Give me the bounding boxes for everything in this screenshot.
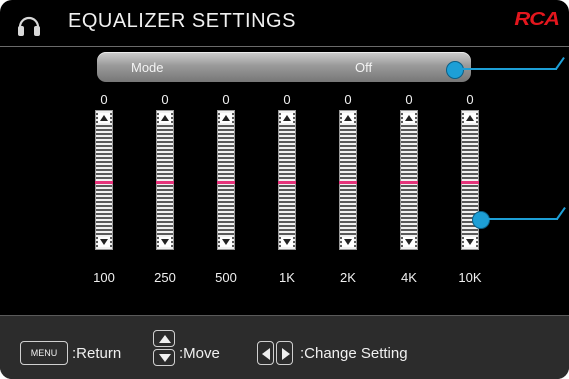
- right-arrow-icon[interactable]: [276, 341, 293, 365]
- band-slider-track[interactable]: [95, 110, 113, 250]
- change-setting-hint: :Change Setting: [300, 345, 408, 362]
- slider-down-icon[interactable]: [220, 237, 232, 247]
- band-frequency-label: 10K: [458, 270, 482, 285]
- mode-callout-diag: [555, 56, 565, 70]
- band-frequency-label: 250: [154, 270, 176, 285]
- slider-down-icon[interactable]: [98, 237, 110, 247]
- up-arrow-icon[interactable]: [153, 330, 175, 347]
- title-bar: EQUALIZER SETTINGS RCA: [0, 0, 569, 47]
- band-level-marker: [156, 181, 174, 184]
- band-level-marker: [461, 181, 479, 184]
- menu-key[interactable]: MENU: [20, 341, 68, 365]
- band-frequency-label: 2K: [340, 270, 356, 285]
- band-level-marker: [400, 181, 418, 184]
- band-frequency-label: 4K: [401, 270, 417, 285]
- slider-up-icon[interactable]: [342, 113, 354, 123]
- equalizer-screen: EQUALIZER SETTINGS RCA Mode Off 0 100 0 250…: [0, 0, 569, 379]
- brand-logo: RCA: [514, 8, 560, 30]
- band-value: 0: [161, 92, 169, 107]
- slider-up-icon[interactable]: [98, 113, 110, 123]
- band-level-marker: [278, 181, 296, 184]
- slider-down-icon[interactable]: [281, 237, 293, 247]
- return-hint: :Return: [72, 345, 122, 362]
- slider-down-icon[interactable]: [159, 237, 171, 247]
- band-value: 0: [466, 92, 474, 107]
- band-slider-track[interactable]: [156, 110, 174, 250]
- left-arrow-icon[interactable]: [257, 341, 274, 365]
- band-level-marker: [95, 181, 113, 184]
- slider-down-icon[interactable]: [403, 237, 415, 247]
- headset-icon: [18, 16, 40, 36]
- slider-callout-diag: [556, 206, 566, 220]
- band-slider-track[interactable]: [278, 110, 296, 250]
- band-frequency-label: 100: [93, 270, 115, 285]
- down-arrow-icon[interactable]: [153, 349, 175, 366]
- move-hint: :Move: [179, 345, 220, 362]
- band-value: 0: [100, 92, 108, 107]
- band-level-marker: [217, 181, 235, 184]
- page-title: EQUALIZER SETTINGS: [68, 10, 296, 32]
- band-value: 0: [344, 92, 352, 107]
- band-frequency-label: 500: [215, 270, 237, 285]
- slider-up-icon[interactable]: [281, 113, 293, 123]
- slider-up-icon[interactable]: [464, 113, 476, 123]
- mode-callout-dot: [446, 61, 464, 79]
- band-value: 0: [222, 92, 230, 107]
- band-value: 0: [405, 92, 413, 107]
- band-slider-track[interactable]: [400, 110, 418, 250]
- band-slider-track[interactable]: [461, 110, 479, 250]
- mode-label: Mode: [131, 60, 164, 75]
- band-value: 0: [283, 92, 291, 107]
- slider-up-icon[interactable]: [220, 113, 232, 123]
- band-level-marker: [339, 181, 357, 184]
- slider-up-icon[interactable]: [403, 113, 415, 123]
- slider-up-icon[interactable]: [159, 113, 171, 123]
- slider-down-icon[interactable]: [464, 237, 476, 247]
- slider-down-icon[interactable]: [342, 237, 354, 247]
- band-frequency-label: 1K: [279, 270, 295, 285]
- band-slider-track[interactable]: [217, 110, 235, 250]
- footer-bar: MENU :Return :Move :Change Setting: [0, 315, 569, 379]
- mode-selector[interactable]: Mode Off: [97, 52, 471, 82]
- slider-callout-line: [488, 218, 558, 220]
- slider-callout-dot: [472, 211, 490, 229]
- band-slider-track[interactable]: [339, 110, 357, 250]
- mode-value: Off: [355, 60, 373, 75]
- mode-callout-line: [462, 68, 557, 70]
